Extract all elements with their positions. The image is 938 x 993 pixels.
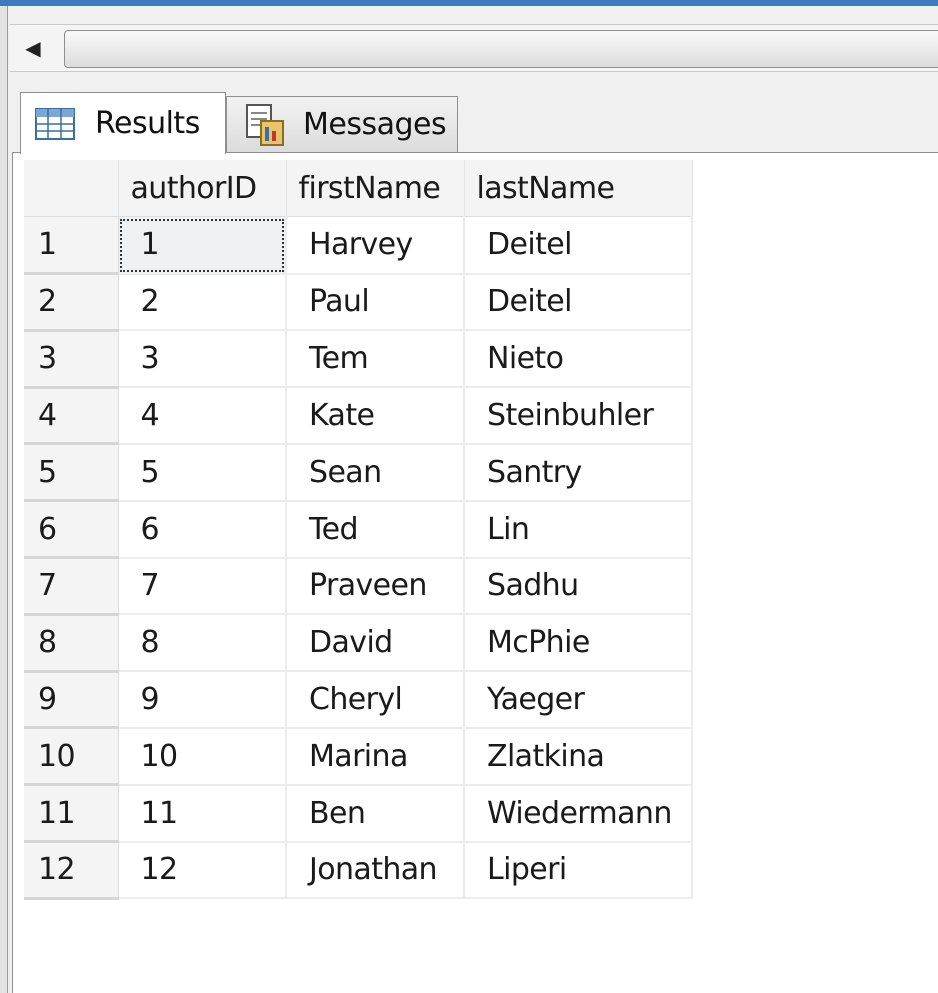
table-row[interactable]: 2 2 Paul Deitel — [24, 273, 693, 332]
cell-lastname[interactable]: Steinbuhler — [464, 387, 693, 445]
cell-lastname[interactable]: Nieto — [464, 330, 693, 389]
tab-results[interactable]: Results — [20, 92, 226, 154]
cell-authorid[interactable]: 11 — [118, 784, 287, 843]
cell-lastname[interactable]: Liperi — [464, 841, 693, 900]
table-row[interactable]: 1 1 Harvey Deitel — [24, 216, 693, 276]
grid-icon — [35, 107, 75, 140]
table-row[interactable]: 11 11 Ben Wiedermann — [24, 784, 693, 844]
cell-lastname[interactable]: Deitel — [464, 273, 693, 332]
results-grid: authorID firstName lastName 1 1 Harvey Deit… — [24, 160, 693, 900]
table-row[interactable]: 5 5 Sean Santry — [24, 443, 693, 503]
cell-authorid[interactable]: 3 — [118, 330, 287, 389]
table-row[interactable]: 10 10 Marina Zlatkina — [24, 727, 693, 787]
table-row[interactable]: 3 3 Tem Nieto — [24, 330, 693, 389]
cell-firstname[interactable]: Praveen — [286, 557, 465, 616]
row-number-cell[interactable]: 7 — [24, 557, 119, 616]
row-number-cell[interactable]: 9 — [24, 671, 119, 730]
cell-firstname[interactable]: Jonathan — [286, 841, 465, 900]
table-row[interactable]: 7 7 Praveen Sadhu — [24, 557, 693, 616]
table-row[interactable]: 9 9 Cheryl Yaeger — [24, 671, 693, 730]
cell-firstname[interactable]: David — [286, 614, 465, 673]
cell-authorid[interactable]: 2 — [118, 273, 287, 332]
row-number-cell[interactable]: 4 — [24, 387, 119, 446]
cell-authorid[interactable]: 10 — [118, 727, 287, 786]
tab-messages-label: Messages — [303, 107, 447, 142]
cell-firstname[interactable]: Harvey — [286, 216, 465, 275]
chevron-left-icon: ◀ — [25, 36, 41, 60]
row-number-cell[interactable]: 12 — [24, 841, 119, 900]
cell-firstname[interactable]: Cheryl — [286, 671, 465, 729]
tab-results-label: Results — [95, 106, 200, 141]
cell-authorid[interactable]: 12 — [118, 841, 287, 900]
cell-firstname[interactable]: Ted — [286, 500, 465, 559]
cell-firstname[interactable]: Marina — [286, 727, 465, 786]
column-header-firstname[interactable]: firstName — [286, 160, 465, 218]
row-number-cell[interactable]: 5 — [24, 443, 119, 503]
cell-authorid[interactable]: 4 — [118, 387, 287, 445]
cell-authorid[interactable]: 5 — [118, 443, 287, 502]
cell-lastname[interactable]: Santry — [464, 443, 693, 502]
cell-lastname[interactable]: Lin — [464, 500, 693, 559]
table-row[interactable]: 12 12 Jonathan Liperi — [24, 841, 693, 900]
row-number-cell[interactable]: 1 — [24, 216, 119, 276]
row-number-cell[interactable]: 3 — [24, 330, 119, 389]
cell-firstname[interactable]: Tem — [286, 330, 465, 389]
cell-lastname[interactable]: Wiedermann — [464, 784, 693, 843]
cell-firstname[interactable]: Ben — [286, 784, 465, 843]
column-header-lastname[interactable]: lastName — [464, 160, 693, 218]
cell-authorid[interactable]: 1 — [118, 216, 287, 275]
table-row[interactable]: 8 8 David McPhie — [24, 614, 693, 673]
cell-lastname[interactable]: Yaeger — [464, 671, 693, 729]
cell-lastname[interactable]: Deitel — [464, 216, 693, 275]
cell-authorid[interactable]: 9 — [118, 671, 287, 729]
table-row[interactable]: 6 6 Ted Lin — [24, 500, 693, 560]
row-number-cell[interactable]: 6 — [24, 500, 119, 560]
cell-authorid[interactable]: 7 — [118, 557, 287, 616]
cell-lastname[interactable]: McPhie — [464, 614, 693, 673]
scroll-left-button[interactable]: ◀ — [14, 30, 52, 66]
pane-left-border — [0, 6, 8, 993]
cell-authorid[interactable]: 8 — [118, 614, 287, 673]
grid-corner-cell[interactable] — [24, 160, 119, 218]
cell-lastname[interactable]: Sadhu — [464, 557, 693, 616]
header-row: authorID firstName lastName — [24, 160, 693, 218]
row-number-cell[interactable]: 2 — [24, 273, 119, 332]
row-number-cell[interactable]: 10 — [24, 727, 119, 787]
row-number-cell[interactable]: 11 — [24, 784, 119, 844]
cell-firstname[interactable]: Paul — [286, 273, 465, 332]
column-header-authorid[interactable]: authorID — [118, 160, 287, 218]
messages-icon — [246, 103, 284, 146]
cell-lastname[interactable]: Zlatkina — [464, 727, 693, 786]
tab-messages[interactable]: Messages — [226, 96, 458, 152]
cell-firstname[interactable]: Sean — [286, 443, 465, 502]
scrollbar-thumb[interactable] — [64, 30, 938, 68]
cell-authorid[interactable]: 6 — [118, 500, 287, 559]
row-number-cell[interactable]: 8 — [24, 614, 119, 673]
cell-firstname[interactable]: Kate — [286, 387, 465, 445]
table-row[interactable]: 4 4 Kate Steinbuhler — [24, 387, 693, 446]
